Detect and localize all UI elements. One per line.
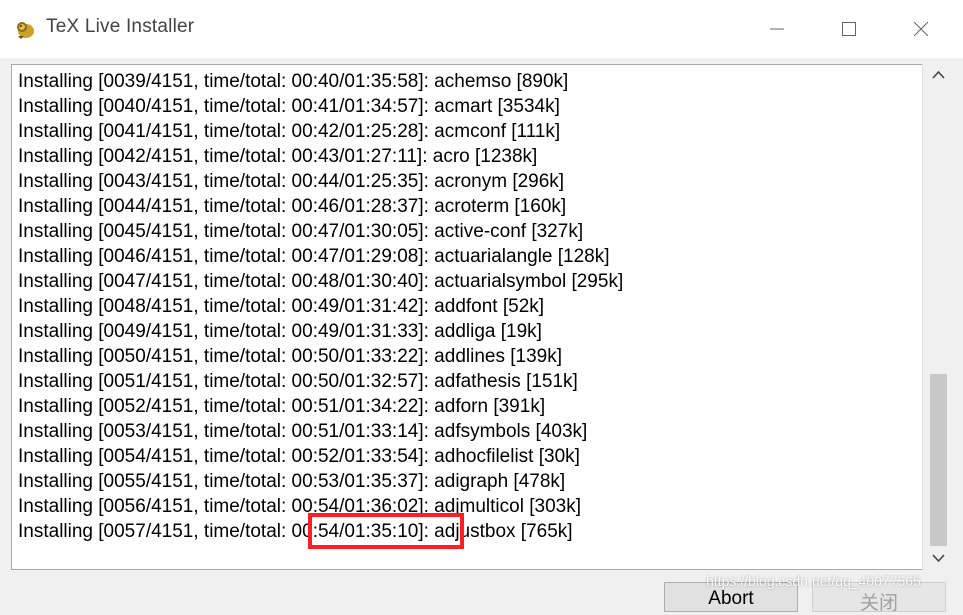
title-bar: TeX Live Installer — [0, 0, 963, 58]
close-icon — [914, 22, 928, 36]
close-window-button[interactable] — [896, 10, 946, 48]
log-lines: Installing [0039/4151, time/total: 00:40… — [18, 69, 623, 544]
maximize-icon — [842, 22, 856, 36]
minimize-icon — [770, 28, 784, 30]
log-line: Installing [0042/4151, time/total: 00:43… — [18, 146, 538, 167]
log-line: Installing [0050/4151, time/total: 00:50… — [18, 346, 562, 367]
maximize-button[interactable] — [824, 10, 874, 48]
log-line: Installing [0043/4151, time/total: 00:44… — [18, 171, 565, 192]
log-line: Installing [0049/4151, time/total: 00:49… — [18, 321, 542, 342]
highlight-box — [308, 513, 464, 549]
log-line: Installing [0039/4151, time/total: 00:40… — [18, 71, 569, 92]
log-line: Installing [0055/4151, time/total: 00:53… — [18, 471, 566, 492]
log-line: Installing [0045/4151, time/total: 00:47… — [18, 221, 584, 242]
vertical-scrollbar[interactable] — [922, 64, 954, 570]
log-line: Installing [0041/4151, time/total: 00:42… — [18, 121, 561, 142]
watermark-text: https://blog.csdn.net/qq_40077565 — [706, 573, 921, 589]
log-line: Installing [0054/4151, time/total: 00:52… — [18, 446, 580, 467]
scroll-down-button[interactable] — [923, 548, 954, 570]
chevron-up-icon — [932, 70, 945, 79]
install-log-area[interactable]: Installing [0039/4151, time/total: 00:40… — [11, 64, 922, 570]
window-title: TeX Live Installer — [46, 16, 195, 37]
scroll-up-button[interactable] — [923, 64, 954, 86]
minimize-button[interactable] — [752, 10, 802, 48]
log-line: Installing [0052/4151, time/total: 00:51… — [18, 396, 546, 417]
log-line: Installing [0048/4151, time/total: 00:49… — [18, 296, 545, 317]
chevron-down-icon — [932, 554, 945, 563]
log-line: Installing [0040/4151, time/total: 00:41… — [18, 96, 560, 117]
log-line: Installing [0053/4151, time/total: 00:51… — [18, 421, 588, 442]
log-line: Installing [0047/4151, time/total: 00:48… — [18, 271, 624, 292]
log-line: Installing [0046/4151, time/total: 00:47… — [18, 246, 610, 267]
tex-live-lion-icon — [14, 18, 36, 40]
scrollbar-thumb[interactable] — [930, 374, 947, 546]
log-line: Installing [0051/4151, time/total: 00:50… — [18, 371, 578, 392]
log-line: Installing [0044/4151, time/total: 00:46… — [18, 196, 567, 217]
